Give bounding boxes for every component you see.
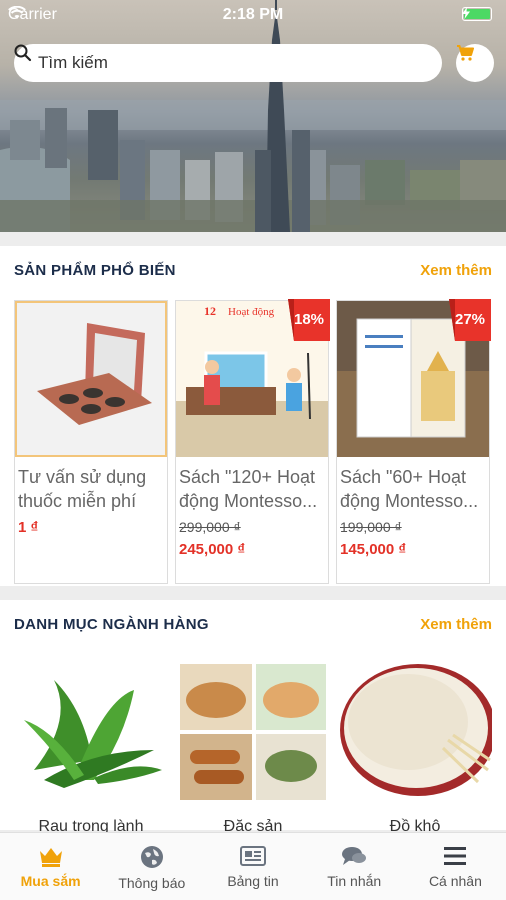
product-name: Sách "120+ Hoạt động Montesso... [179,467,318,511]
search-placeholder: Tìm kiếm [38,53,108,72]
tab-label: Cá nhân [428,873,482,889]
category-item[interactable]: Đặc sản [176,660,330,835]
chat-bubbles-icon [342,847,367,865]
product-price: 245,000 ₫ [179,541,246,558]
globe-icon [140,846,163,868]
city-skyline-image [0,0,506,232]
svg-text:Hoạt động: Hoạt động [228,306,275,318]
product-name: Tư vấn sử dụng thuốc miễn phí [18,467,147,511]
news-card-icon [240,846,266,866]
tab-label: Tin nhắn [327,873,382,889]
product-card[interactable]: 27% Sách "60+ Hoạt động Montesso... 199,… [336,299,491,584]
product-price: 145,000 ₫ [340,541,407,558]
svg-text:12: 12 [204,304,216,318]
shop-crown-icon [39,848,62,867]
product-price: 1 ₫ [18,519,39,536]
discount-badge-label: 27% [454,311,486,328]
category-image [176,660,330,804]
product-old-price: 199,000 ₫ [340,519,402,535]
bottom-tab-bar: Mua sắm Thông báo Bảng tin Tin nhắn Cá n… [0,832,506,900]
see-more-link[interactable]: Xem thêm [420,262,492,279]
categories-section: DANH MỤC NGÀNH HÀNG Xem thêm Rau trong l… [0,600,506,835]
tab-shopping[interactable]: Mua sắm [0,833,101,900]
product-card[interactable]: 12 Hoạt động 18% Sách "120+ Hoạt động Mo… [175,299,330,584]
hero-banner: Carrier 2:18 PM Tìm kiếm [0,0,506,232]
search-icon [14,44,32,62]
product-old-price: 299,000 ₫ [179,519,241,535]
category-item[interactable]: Đồ khô [338,660,492,835]
category-item[interactable]: Rau trong lành [14,660,168,835]
section-title: DANH MỤC NGÀNH HÀNG [14,616,209,633]
see-more-link[interactable]: Xem thêm [420,616,492,633]
tab-newsboard[interactable]: Bảng tin [202,833,303,900]
section-title: SẢN PHẨM PHỔ BIẾN [14,262,176,279]
category-image [338,660,492,804]
tab-label: Bảng tin [227,873,279,889]
popular-products-section: SẢN PHẨM PHỔ BIẾN Xem thêm Tư vấn sử dụn… [0,246,506,586]
product-card[interactable]: Tư vấn sử dụng thuốc miễn phí 1 ₫ [14,300,168,584]
menu-icon [444,847,467,865]
tab-profile[interactable]: Cá nhân [405,833,506,900]
cart-button[interactable] [456,44,494,82]
tab-label: Thông báo [118,875,186,891]
status-time: 2:18 PM [222,6,284,23]
tab-notifications[interactable]: Thông báo [101,833,202,900]
cart-icon [457,45,474,61]
status-bar: Carrier 2:18 PM [0,0,506,30]
search-input[interactable]: Tìm kiếm [14,44,442,82]
battery-indicator [462,7,492,21]
tab-label: Mua sắm [20,873,81,889]
product-name: Sách "60+ Hoạt động Montesso... [340,467,479,511]
tab-messages[interactable]: Tin nhắn [304,833,405,900]
discount-badge-label: 18% [293,311,325,328]
category-image [14,660,168,804]
charging-bolt-icon [462,7,470,19]
product-image [15,301,167,457]
